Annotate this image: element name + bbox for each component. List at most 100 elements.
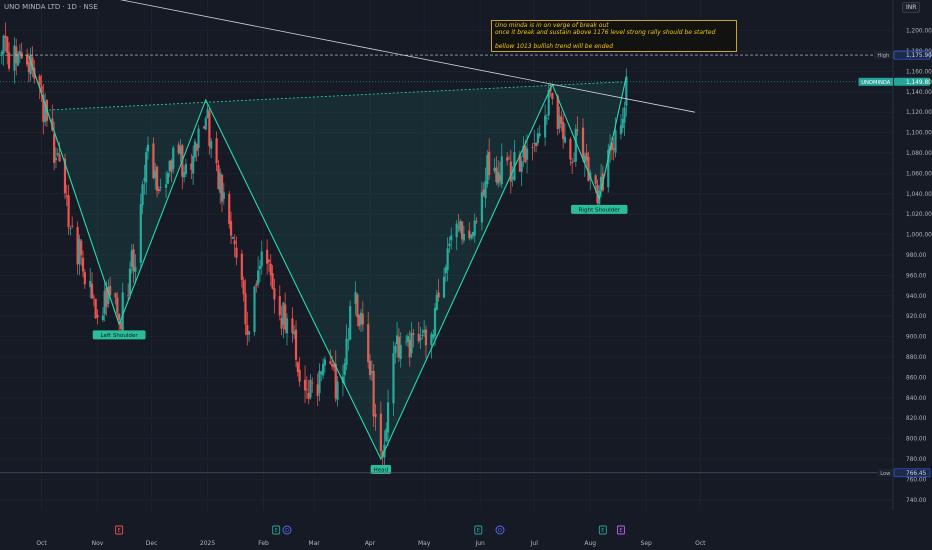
note-line-1: Uno minda is in on verge of break out [495,22,609,29]
candle-down [240,253,243,280]
price-tick-label: 740.00 [906,498,927,504]
candle-up [210,141,213,149]
analysis-note: Uno minda is in on verge of break out on… [491,20,737,52]
time-axis: Oct Nov Dec 2025 Feb Mar Apr May Jun Jul Aug Sep Oct [36,540,706,547]
time-tick-label: Mar [308,540,320,547]
candle-up [285,318,289,334]
price-tick-label: 900.00 [906,335,927,341]
price-tick-label: 840.00 [906,396,927,402]
candle-down [303,379,307,391]
candle-down [569,139,572,160]
candle-up [184,163,188,174]
pattern-label-right-shoulder: Right Shoulder [571,204,628,214]
candle-down [96,314,99,318]
pattern-label-left-shoulder: Left Shoulder [92,330,146,340]
candle-down [278,296,281,316]
candle-up [538,133,541,136]
candle-up [2,35,5,54]
time-tick-label: Aug [584,540,596,547]
candle-down [83,272,86,285]
currency-button[interactable]: INR [902,2,921,13]
event-markers: EEDEDEE [115,525,625,535]
candle-up [309,379,312,398]
price-tick-label: 1,120.00 [906,110,932,116]
candle-up [16,53,20,66]
candle-down [291,318,294,334]
price-tick-label: 800.00 [906,437,927,443]
event-marker-glyph: E [619,528,622,534]
candle-down [305,389,308,391]
time-tick-label: May [418,540,431,547]
note-line-3: bellow 1013 bullish trend will be ended [495,43,613,50]
candle-down [67,195,70,228]
symbol-title: UNO MINDA LTD · 1D · NSE [4,3,98,11]
event-marker-icon: E [616,525,625,535]
candle-down [294,329,298,360]
candle-up [197,128,200,148]
price-tick-label: 1,080.00 [906,151,932,157]
candle-down [562,122,565,140]
candle-up [257,270,260,285]
event-marker-icon: D [282,525,292,535]
candle-up [54,157,58,161]
candle-up [222,192,225,199]
time-tick-label: Dec [146,540,158,547]
price-tag: UNOMINDA 1,149.80 [858,77,932,86]
price-tick-label: 1,100.00 [906,131,932,137]
price-tag-name: UNOMINDA [861,80,891,86]
candle-up [520,161,523,172]
event-marker-icon: E [272,525,281,535]
candle-down [81,257,85,272]
candle-down [531,146,534,148]
candle-down [329,361,332,364]
candle-up [545,117,549,119]
price-tick-label: 940.00 [906,294,927,300]
price-tag-value: 1,149.80 [906,80,932,86]
price-tick-label: 1,020.00 [906,212,932,218]
candle-up [563,136,567,143]
candle-down [551,92,554,100]
candle-up [336,381,339,400]
time-tick-label: Feb [258,540,269,547]
inverse-head-shoulders-pattern: Left ShoulderHeadRight Shoulder [28,55,629,474]
price-tick-label: 1,200.00 [906,29,932,35]
candle-down [208,111,211,147]
price-tick-label: 880.00 [906,355,927,361]
price-tag-name: Low [880,471,891,477]
price-tick-label: 960.00 [906,273,927,279]
price-tick-label: 1,000.00 [906,233,932,239]
event-marker-glyph: E [477,528,480,534]
candle-down [58,154,61,162]
price-chart[interactable]: Left ShoulderHeadRight Shoulder 740.00 760… [0,0,932,550]
candle-down [273,288,276,300]
candle-up [318,370,321,394]
candle-up [544,115,547,138]
event-marker-glyph: D [285,528,289,534]
candle-up [623,107,626,123]
candle-down [298,369,301,382]
candle-down [80,240,83,256]
event-marker-glyph: E [601,528,604,534]
price-tick-label: 1,140.00 [906,90,932,96]
candle-down [228,194,231,224]
candle-up [258,266,262,270]
candle-down [244,293,247,325]
price-tick-label: 1,040.00 [906,192,932,198]
candle-up [101,315,104,321]
event-marker-glyph: E [118,528,121,534]
candle-down [229,220,233,236]
time-tick-label: Oct [36,540,47,547]
price-tick-label: 780.00 [906,457,927,463]
note-line-2: once it break and sustain above 1176 lev… [495,29,716,36]
candle-down [92,296,95,298]
price-tick-label: 980.00 [906,253,927,259]
candle-up [614,130,617,153]
price-tag-value: 1,175.90 [906,53,932,59]
candle-down [7,52,11,69]
time-tick-label: Nov [92,540,104,547]
candle-down [20,52,23,59]
candle-down [267,259,271,262]
price-tag-name: High [877,53,889,59]
price-tick-label: 1,060.00 [906,171,932,177]
candle-down [271,273,274,289]
